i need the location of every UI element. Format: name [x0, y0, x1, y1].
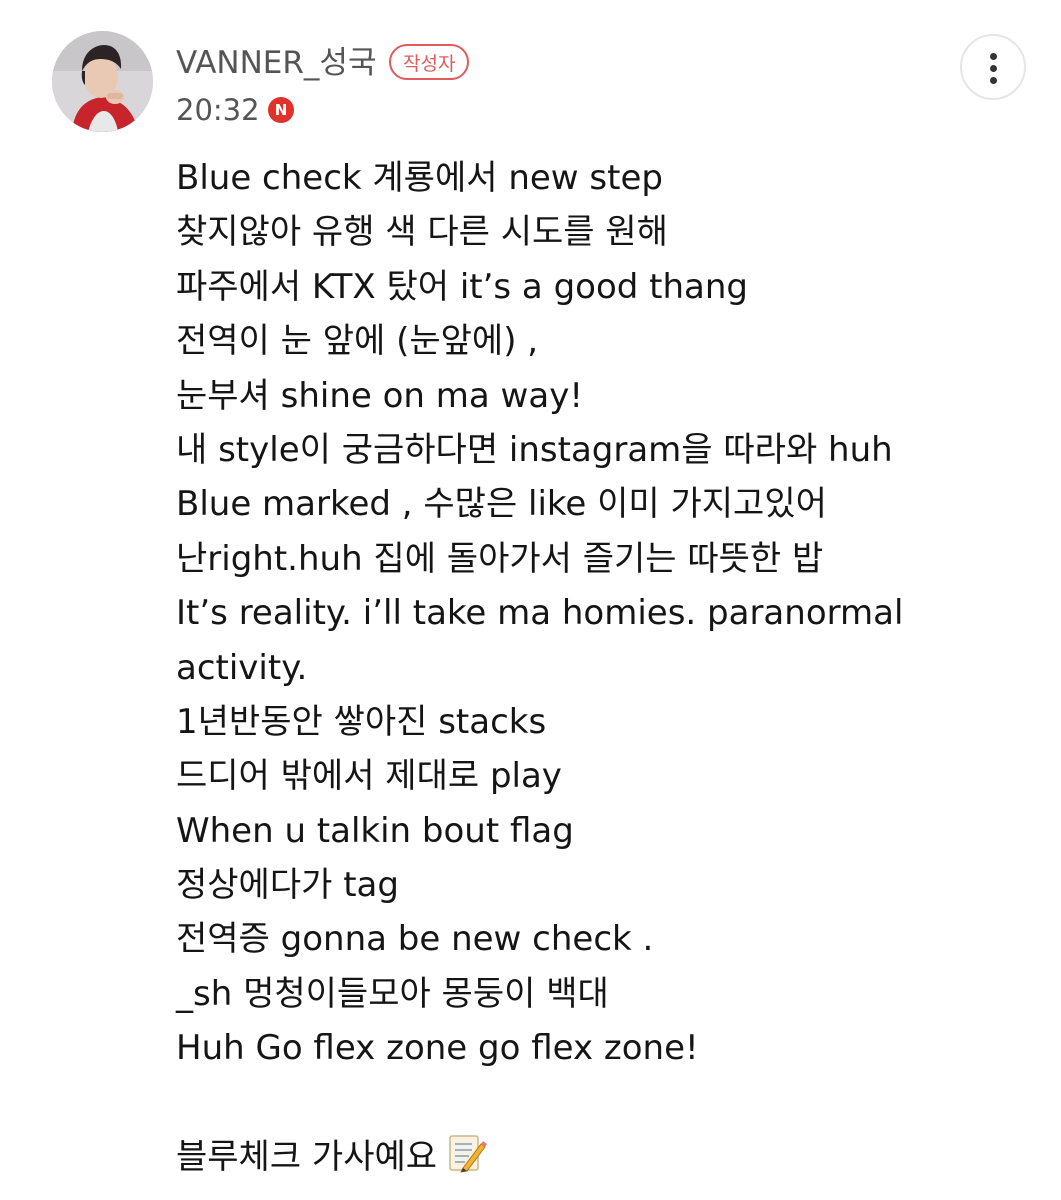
post-body: Blue check 계룡에서 new step 찾지않아 유행 색 다른 시도… — [176, 151, 1046, 1184]
body-line: 1년반동안 쌓아진 stacks — [176, 701, 547, 742]
new-badge: N — [268, 97, 294, 123]
body-line: Blue check 계룡에서 new step — [176, 158, 663, 198]
body-line: 전역이 눈 앞에 (눈앞에) , — [176, 321, 539, 362]
body-line: _sh 멍청이들모아 몽둥이 백대 — [176, 973, 609, 1014]
body-line: activity. — [176, 647, 308, 688]
memo-icon — [449, 1135, 488, 1173]
body-line: 내 style이 궁금하다면 instagram을 따라와 huh — [176, 429, 893, 470]
body-line: 난right.huh 집에 돌아가서 즐기는 따뜻한 밥 — [176, 538, 824, 579]
body-line: 눈부셔 shine on ma way! — [176, 375, 583, 416]
body-line: 정상에다가 tag — [176, 865, 399, 906]
comment-post: VANNER_성국 작성자 20:32 N Blue check 계룡에서 ne… — [0, 0, 1061, 1200]
body-line: It’s reality. i’ll take ma homies. paran… — [176, 593, 904, 634]
body-line: 파주에서 KTX 탔어 it’s a good thang — [176, 266, 748, 307]
body-line: 드디어 밖에서 제대로 play — [176, 756, 562, 797]
body-line: 찾지않아 유행 색 다른 시도를 원해 — [176, 212, 668, 253]
avatar[interactable] — [52, 31, 153, 132]
post-time: 20:32 — [176, 93, 260, 127]
closing-text: 블루체크 가사예요 — [176, 1137, 438, 1178]
author-badge: 작성자 — [389, 44, 470, 80]
body-line: 전역증 gonna be new check . — [176, 919, 654, 960]
more-button[interactable] — [960, 34, 1026, 100]
body-line: When u talkin bout flag — [176, 810, 574, 851]
body-line: Blue marked , 수많은 like 이미 가지고있어 — [176, 484, 827, 525]
author-name[interactable]: VANNER_성국 — [176, 42, 376, 84]
closing-line: 블루체크 가사예요 — [176, 1130, 1046, 1184]
avatar-photo — [52, 31, 153, 132]
body-line: Huh Go flex zone go flex zone! — [176, 1028, 699, 1069]
